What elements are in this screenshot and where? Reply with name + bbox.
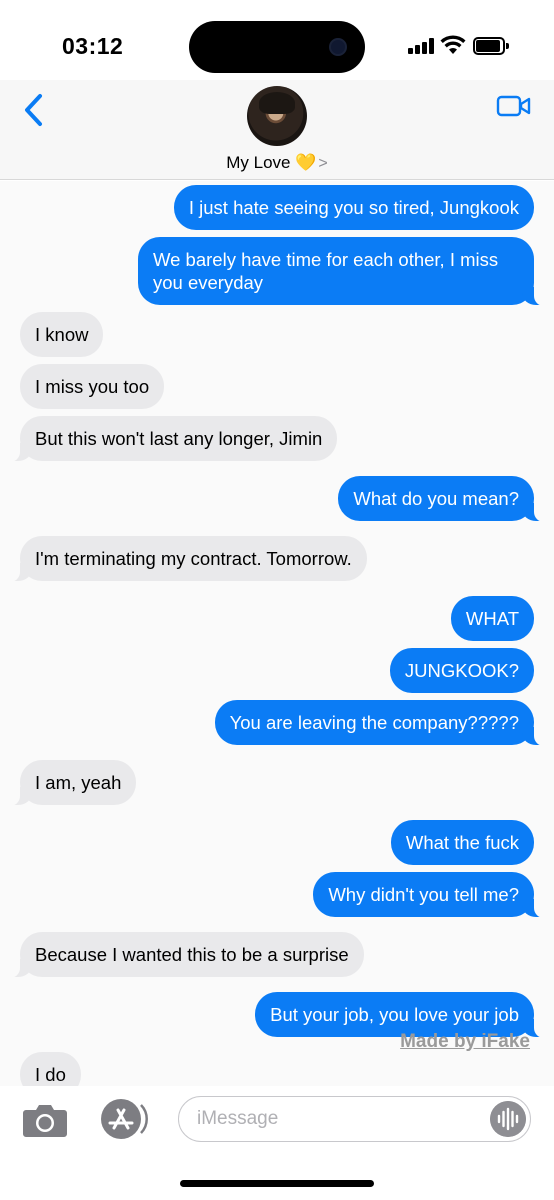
camera-icon[interactable] [22, 1102, 68, 1138]
battery-icon [473, 37, 509, 55]
sent-message-bubble[interactable]: Why didn't you tell me? [313, 872, 548, 918]
app-store-icon[interactable] [97, 1098, 149, 1140]
received-message-bubble[interactable]: Because I wanted this to be a surprise [6, 932, 364, 978]
received-message-bubble[interactable]: I miss you too [20, 364, 165, 409]
status-time: 03:12 [62, 33, 124, 59]
watermark: Made by iFake [400, 1031, 530, 1052]
cellular-signal-icon [408, 38, 436, 54]
audio-record-icon[interactable] [490, 1101, 526, 1137]
dynamic-island [189, 21, 365, 73]
received-message-bubble[interactable]: I'm terminating my contract. Tomorrow. [6, 536, 367, 582]
received-message-bubble[interactable]: I am, yeah [5, 760, 137, 806]
sent-message-bubble[interactable]: WHAT [450, 596, 534, 641]
video-call-icon[interactable] [496, 94, 532, 118]
sent-message-bubble[interactable]: JUNGKOOK? [389, 648, 534, 693]
received-message-bubble[interactable]: But this won't last any longer, Jimin [5, 416, 338, 462]
message-input[interactable] [197, 1097, 477, 1140]
received-message-bubble[interactable]: I do [20, 1052, 81, 1086]
received-message-bubble[interactable]: I know [20, 312, 104, 357]
contact-avatar[interactable] [247, 86, 307, 146]
sent-message-bubble[interactable]: We barely have time for each other, I mi… [138, 237, 548, 306]
contact-name: My Love 💛 [226, 153, 317, 172]
status-bar: 03:12 [0, 0, 554, 90]
sent-message-bubble[interactable]: You are leaving the company????? [214, 700, 549, 746]
sent-message-bubble[interactable]: What the fuck [390, 820, 534, 865]
conversation-header: My Love 💛 > [0, 80, 554, 180]
wifi-icon [440, 35, 466, 54]
sent-message-bubble[interactable]: I just hate seeing you so tired, Jungkoo… [173, 185, 534, 230]
imessage-field[interactable] [178, 1096, 531, 1142]
compose-bar [0, 1086, 554, 1200]
message-thread[interactable]: I just hate seeing you so tired, Jungkoo… [0, 181, 554, 1086]
home-indicator[interactable] [180, 1180, 374, 1187]
contact-name-button[interactable]: My Love 💛 > [0, 153, 554, 173]
sent-message-bubble[interactable]: What do you mean? [338, 476, 548, 522]
back-chevron-icon[interactable] [20, 90, 50, 130]
chevron-right-icon: > [318, 155, 328, 172]
front-camera-icon [329, 38, 347, 56]
